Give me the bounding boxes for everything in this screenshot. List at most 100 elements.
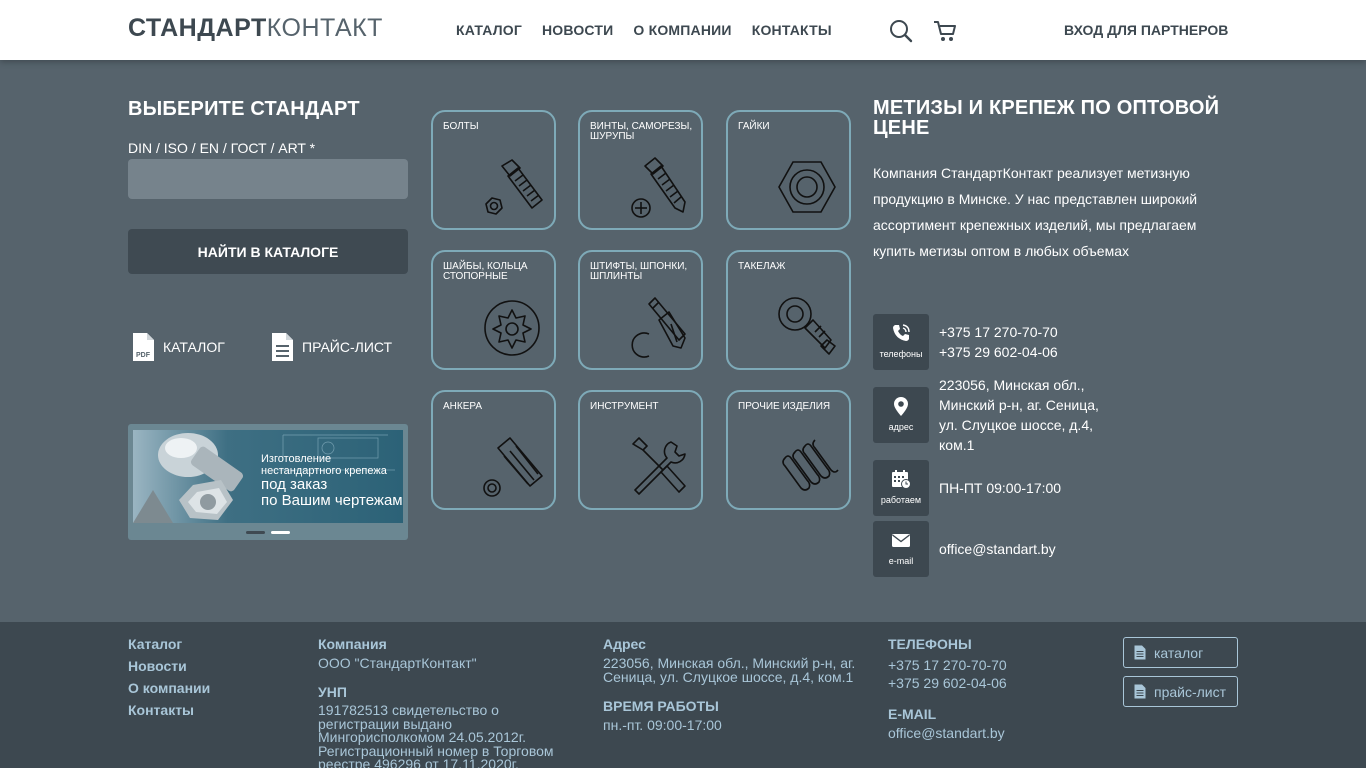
footer-address-heading: Адрес [603,636,646,652]
footer-phone-2[interactable]: +375 29 602-04-06 [888,674,1088,692]
hours-badge: работаем [873,460,929,516]
footer-nav-news[interactable]: Новости [128,658,210,680]
logo-bold: СТАНДАРТ [128,14,267,42]
footer-phones-heading: ТЕЛЕФОНЫ [888,636,972,652]
category-label: ШТИФТЫ, ШПОНКИ, ШПЛИНТЫ [590,261,688,282]
contact-phone-2[interactable]: +375 29 602-04-06 [939,342,1058,362]
category-label: ИНСТРУМЕНТ [590,401,659,412]
calendar-clock-icon [892,470,911,489]
footer-catalog-button[interactable]: каталог [1123,637,1238,668]
banner-line-4: по Вашим чертежам [261,491,403,509]
footer-price-button[interactable]: прайс-лист [1123,676,1238,707]
footer-catalog-label: каталог [1154,644,1204,661]
standard-input[interactable] [128,159,408,199]
banner-dot-2[interactable] [271,531,290,534]
footer-address: Адрес 223056, Минская обл., Минский р-н,… [603,636,868,732]
nav-news[interactable]: НОВОСТИ [542,22,613,38]
nav-contacts[interactable]: КОНТАКТЫ [752,22,832,38]
contact-address: 223056, Минская обл., Минский р-н, аг. С… [939,377,1099,453]
address-badge: адрес [873,387,929,443]
standard-search: ВЫБЕРИТЕ СТАНДАРТ DIN / ISO / EN / ГОСТ … [128,98,408,361]
address-badge-label: адрес [888,422,914,432]
washer-icon [484,300,540,356]
category-bolts[interactable]: БОЛТЫ [431,110,556,230]
pdf-file-icon: PDF [133,333,154,361]
other-items-icon [782,439,839,491]
footer-phone-1[interactable]: +375 17 270-70-70 [888,656,1088,674]
logo-light: КОНТАКТ [266,14,383,42]
category-anchors[interactable]: АНКЕРА [431,390,556,510]
footer-unp-text: 191782513 свидетельство о регистрации вы… [318,702,554,768]
document-icon [1134,645,1146,660]
download-catalog-label: КАТАЛОГ [163,339,225,355]
about-title: МЕТИЗЫ И КРЕПЕЖ ПО ОПТОВОЙ ЦЕНЕ [873,97,1220,139]
footer-email-heading: E-MAIL [888,706,937,722]
footer-nav-catalog[interactable]: Каталог [128,636,210,658]
category-rigging[interactable]: ТАКЕЛАЖ [726,250,851,370]
contact-email[interactable]: office@standart.by [939,539,1056,559]
pin-icon [631,297,686,358]
banner-dot-1[interactable] [246,531,265,534]
search-icon[interactable] [888,18,914,44]
phones-badge: телефоны [873,314,929,370]
email-badge-label: e-mail [888,556,914,566]
category-label: БОЛТЫ [443,121,479,132]
nav-about[interactable]: О КОМПАНИИ [633,22,731,38]
category-label: ПРОЧИЕ ИЗДЕЛИЯ [738,401,831,412]
bolt-icon [485,159,543,215]
envelope-icon [892,534,910,547]
footer-hours-heading: ВРЕМЯ РАБОТЫ [603,698,719,714]
footer-email[interactable]: office@standart.by [888,726,1088,740]
category-label: АНКЕРА [443,401,483,412]
footer-price-label: прайс-лист [1154,683,1227,700]
category-nuts[interactable]: ГАЙКИ [726,110,851,230]
category-pins[interactable]: ШТИФТЫ, ШПОНКИ, ШПЛИНТЫ [578,250,703,370]
footer-nav: Каталог Новости О компании Контакты [128,636,210,724]
footer-address-text: 223056, Минская обл., Минский р-н, аг. С… [603,655,856,685]
footer-company: Компания ООО "СтандартКонтакт" УНП 19178… [318,636,568,768]
category-screws[interactable]: ВИНТЫ, САМОРЕЗЫ, ШУРУПЫ [578,110,703,230]
about-section: МЕТИЗЫ И КРЕПЕЖ ПО ОПТОВОЙ ЦЕНЕ Компания… [873,97,1233,259]
logo[interactable]: СТАНДАРТКОНТАКТ [128,14,383,43]
contact-hours: ПН-ПТ 09:00-17:00 [939,480,1062,496]
document-icon [272,333,293,361]
category-other[interactable]: ПРОЧИЕ ИЗДЕЛИЯ [726,390,851,510]
main-nav: КАТАЛОГ НОВОСТИ О КОМПАНИИ КОНТАКТЫ [456,22,832,38]
location-pin-icon [894,397,908,416]
phone-icon [893,324,910,341]
standard-field-label: DIN / ISO / EN / ГОСТ / ART * [128,140,316,156]
footer-phones: ТЕЛЕФОНЫ +375 17 270-70-70 +375 29 602-0… [888,636,1088,740]
tools-icon [632,437,686,495]
contact-phone-1[interactable]: +375 17 270-70-70 [939,322,1058,342]
category-tools[interactable]: ИНСТРУМЕНТ [578,390,703,510]
site-footer: Каталог Новости О компании Контакты Комп… [0,622,1366,768]
banner-pagination [246,531,290,534]
partners-login-link[interactable]: ВХОД ДЛЯ ПАРТНЕРОВ [1064,22,1228,38]
footer-nav-about[interactable]: О компании [128,680,210,702]
anchor-icon [483,437,543,497]
footer-nav-contacts[interactable]: Контакты [128,702,210,724]
category-washers[interactable]: ШАЙБЫ, КОЛЬЦА СТОПОРНЫЕ [431,250,556,370]
category-label: ШАЙБЫ, КОЛЬЦА СТОПОРНЫЕ [443,261,528,282]
contact-phones: +375 17 270-70-70 +375 29 602-04-06 [939,322,1058,362]
rigging-icon [778,297,836,355]
about-text: Компания СтандартКонтакт реализует метиз… [873,165,1198,259]
category-label: ВИНТЫ, САМОРЕЗЫ, ШУРУПЫ [590,121,693,142]
nut-icon [778,161,836,213]
footer-company-name: ООО "СтандартКонтакт" [318,655,477,671]
nav-catalog[interactable]: КАТАЛОГ [456,22,522,38]
download-price-label: ПРАЙС-ЛИСТ [302,339,393,355]
cart-icon[interactable] [932,18,958,44]
email-badge: e-mail [873,521,929,577]
pdf-badge: PDF [136,352,151,359]
find-in-catalog-button[interactable]: НАЙТИ В КАТАЛОГЕ [128,229,408,274]
promo-banner[interactable]: Изготовление нестандартного крепежа под … [128,424,408,540]
banner-text: Изготовление нестандартного крепежа под … [261,453,403,509]
hours-badge-label: работаем [880,495,922,505]
category-label: ГАЙКИ [738,121,770,132]
download-catalog-link[interactable]: PDF КАТАЛОГ [132,332,225,362]
category-label: ТАКЕЛАЖ [738,261,786,272]
banner-image: Изготовление нестандартного крепежа под … [133,430,403,523]
download-price-link[interactable]: ПРАЙС-ЛИСТ [271,332,392,362]
footer-company-heading: Компания [318,636,387,652]
